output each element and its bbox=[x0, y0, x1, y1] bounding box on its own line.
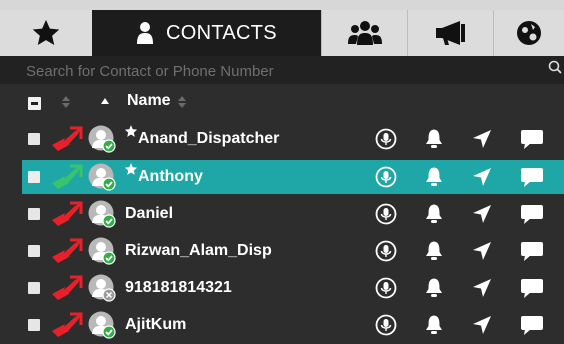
select-all-checkbox[interactable] bbox=[28, 97, 41, 110]
contact-name: 918181814321 bbox=[125, 279, 232, 296]
ptt-mic-icon[interactable] bbox=[375, 166, 397, 193]
contact-name: Anand_Dispatcher bbox=[138, 130, 280, 147]
avatar bbox=[88, 125, 116, 153]
tab-globe[interactable] bbox=[493, 10, 564, 56]
contact-row[interactable]: Anand_Dispatcher bbox=[22, 122, 564, 156]
contact-checkbox[interactable] bbox=[28, 319, 40, 331]
message-icon[interactable] bbox=[519, 240, 545, 267]
favorite-star-icon bbox=[124, 162, 138, 181]
name-sort-icon[interactable] bbox=[177, 95, 187, 109]
alert-bell-icon[interactable] bbox=[423, 203, 445, 230]
sort-icon[interactable] bbox=[61, 95, 71, 109]
call-direction-arrow-icon bbox=[50, 312, 84, 343]
alert-bell-icon[interactable] bbox=[423, 128, 445, 155]
search-bar bbox=[0, 56, 564, 84]
call-direction-arrow-icon bbox=[50, 275, 84, 306]
ptt-mic-icon[interactable] bbox=[375, 314, 397, 341]
call-direction-arrow-icon bbox=[50, 201, 84, 232]
contact-row[interactable]: AjitKum bbox=[22, 308, 564, 342]
call-direction-arrow-icon bbox=[50, 126, 84, 157]
contact-name: AjitKum bbox=[125, 316, 187, 333]
message-icon[interactable] bbox=[519, 314, 545, 341]
alert-bell-icon[interactable] bbox=[423, 314, 445, 341]
alert-bell-icon[interactable] bbox=[423, 240, 445, 267]
tab-favorites[interactable] bbox=[0, 10, 92, 56]
ptt-mic-icon[interactable] bbox=[375, 277, 397, 304]
table-header: Name bbox=[0, 84, 564, 120]
message-icon[interactable] bbox=[519, 166, 545, 193]
message-icon[interactable] bbox=[519, 277, 545, 304]
person-icon bbox=[137, 22, 154, 44]
location-icon[interactable] bbox=[471, 314, 493, 341]
sort-ascending-icon[interactable] bbox=[100, 97, 110, 105]
location-icon[interactable] bbox=[471, 166, 493, 193]
location-icon[interactable] bbox=[471, 240, 493, 267]
contact-checkbox[interactable] bbox=[28, 133, 40, 145]
contact-row[interactable]: Rizwan_Alam_Disp bbox=[22, 234, 564, 268]
message-icon[interactable] bbox=[519, 203, 545, 230]
alert-bell-icon[interactable] bbox=[423, 166, 445, 193]
avatar bbox=[88, 163, 116, 191]
contact-checkbox[interactable] bbox=[28, 208, 40, 220]
contact-row[interactable]: Anthony bbox=[22, 160, 564, 194]
group-icon bbox=[347, 21, 382, 45]
avatar bbox=[88, 237, 116, 265]
message-icon[interactable] bbox=[519, 128, 545, 155]
ptt-mic-icon[interactable] bbox=[375, 128, 397, 155]
tab-contacts-label: CONTACTS bbox=[166, 21, 277, 44]
ptt-mic-icon[interactable] bbox=[375, 203, 397, 230]
contact-row[interactable]: Daniel bbox=[22, 197, 564, 231]
ptt-mic-icon[interactable] bbox=[375, 240, 397, 267]
avatar bbox=[88, 274, 116, 302]
megaphone-icon bbox=[435, 21, 465, 45]
search-icon[interactable] bbox=[548, 60, 562, 74]
contact-name: Anthony bbox=[138, 168, 203, 185]
globe-icon bbox=[517, 21, 541, 45]
tab-bar: CONTACTS bbox=[0, 10, 564, 56]
contact-checkbox[interactable] bbox=[28, 171, 40, 183]
contact-name: Rizwan_Alam_Disp bbox=[125, 242, 272, 259]
tab-broadcast[interactable] bbox=[407, 10, 493, 56]
location-icon[interactable] bbox=[471, 203, 493, 230]
contact-checkbox[interactable] bbox=[28, 282, 40, 294]
location-icon[interactable] bbox=[471, 277, 493, 304]
search-input[interactable] bbox=[24, 60, 538, 82]
tab-contacts[interactable]: CONTACTS bbox=[92, 10, 321, 56]
avatar bbox=[88, 200, 116, 228]
contact-row[interactable]: 918181814321 bbox=[22, 271, 564, 305]
call-direction-arrow-icon bbox=[50, 238, 84, 269]
favorite-star-icon bbox=[124, 124, 138, 143]
window-top-strip bbox=[0, 0, 564, 10]
contact-name: Daniel bbox=[125, 205, 174, 222]
alert-bell-icon[interactable] bbox=[423, 277, 445, 304]
column-header-name[interactable]: Name bbox=[127, 92, 171, 110]
location-icon[interactable] bbox=[471, 128, 493, 155]
call-direction-arrow-icon bbox=[50, 164, 84, 195]
star-icon bbox=[32, 19, 60, 45]
tab-groups[interactable] bbox=[321, 10, 407, 56]
contact-checkbox[interactable] bbox=[28, 245, 40, 257]
